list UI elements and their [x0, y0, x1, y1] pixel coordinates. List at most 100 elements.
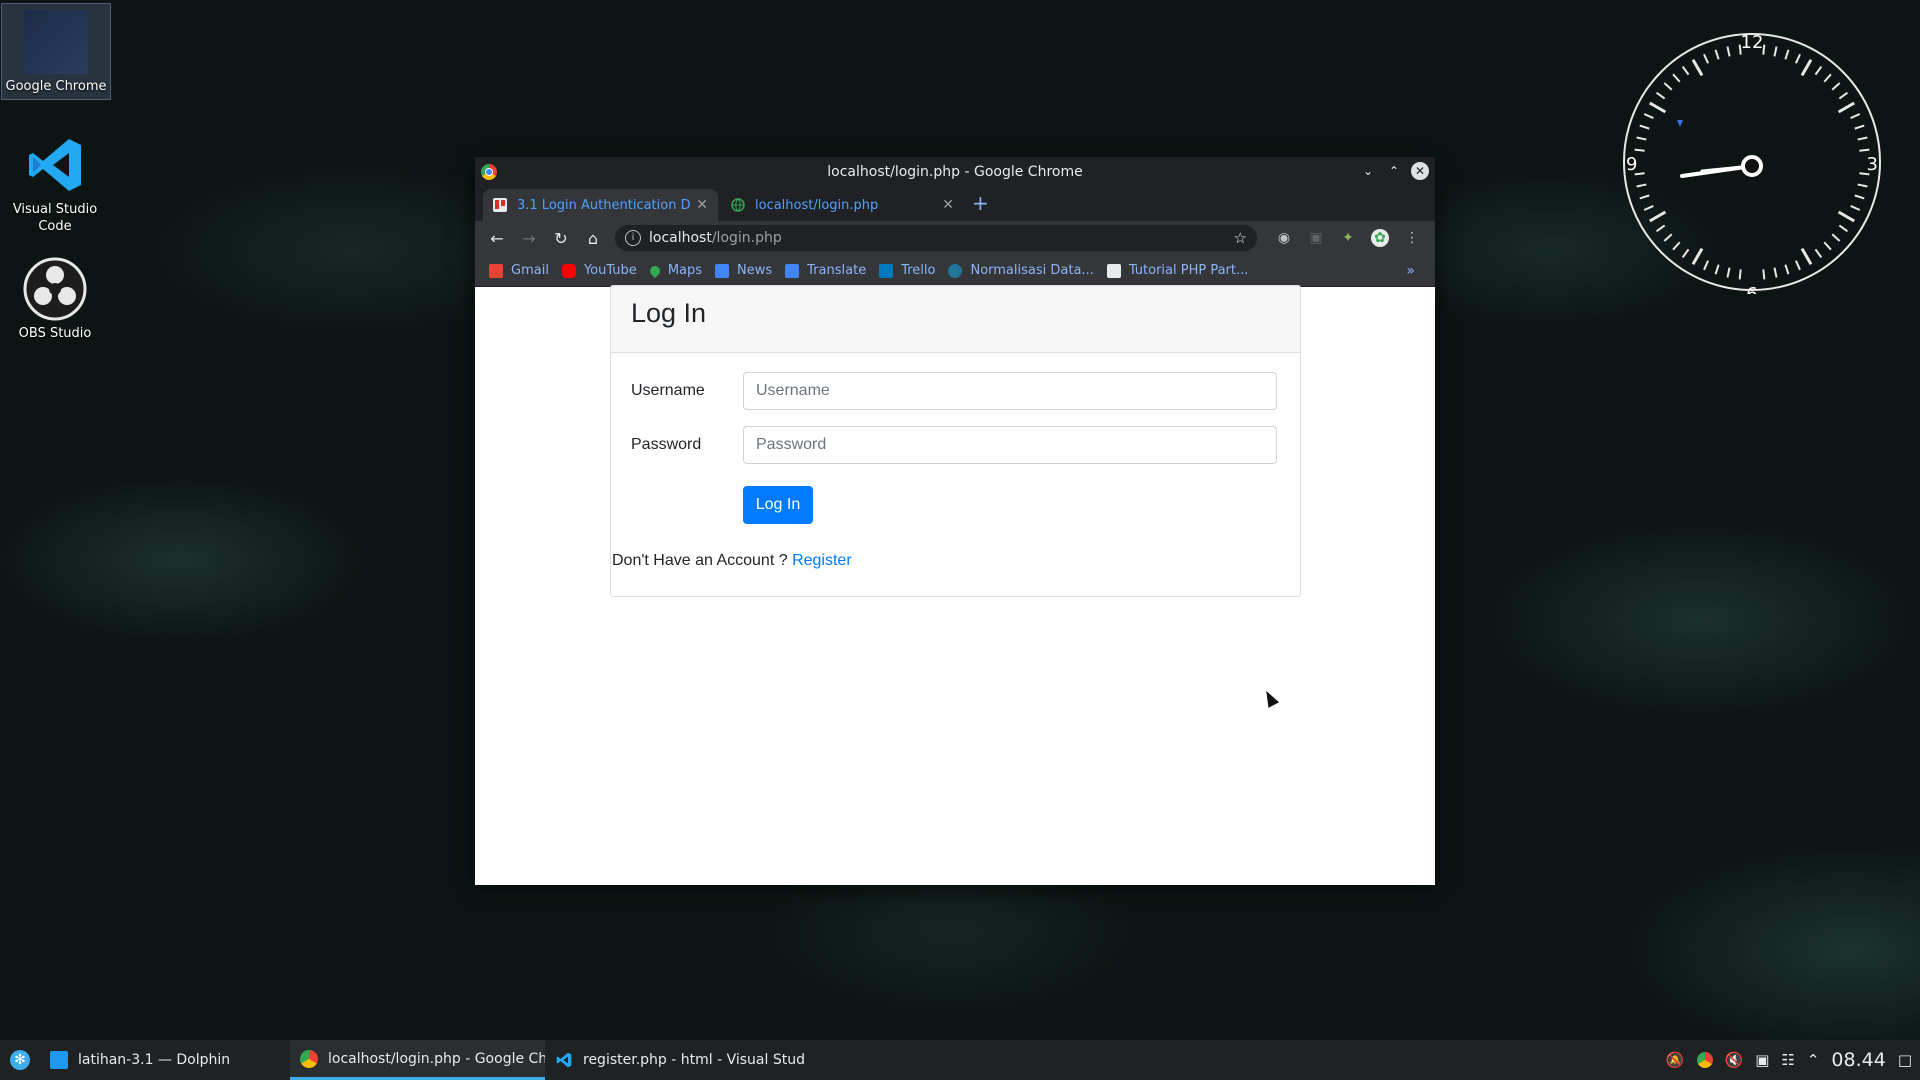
clock-tick	[1714, 264, 1720, 275]
vscode-icon	[23, 133, 87, 197]
desktop-icon-vscode[interactable]: Visual Studio Code	[1, 133, 109, 235]
bookmark-normalisasi[interactable]: Normalisasi Data...	[948, 263, 1094, 278]
clock-tick	[1838, 224, 1849, 233]
bookmark-youtube[interactable]: YouTube	[561, 263, 637, 278]
tab-close-icon[interactable]: ✕	[942, 197, 954, 213]
tray-expand-icon[interactable]: ⌃	[1807, 1051, 1820, 1069]
bookmark-label: News	[737, 263, 773, 278]
task-vscode[interactable]: register.php - html - Visual Studio ...	[545, 1040, 805, 1080]
back-arrow-icon[interactable]: ←	[481, 229, 513, 248]
bookmark-trello[interactable]: Trello	[879, 263, 935, 278]
clock-tick	[1773, 46, 1778, 57]
clock-tick	[1814, 65, 1823, 76]
globe-extension-icon[interactable]: ◉	[1275, 229, 1293, 247]
task-chrome[interactable]: localhost/login.php - Google Chro...	[290, 1040, 545, 1080]
chrome-wallpaper-thumbnail-icon	[24, 10, 88, 74]
register-prompt-text: Don't Have an Account ?	[612, 552, 793, 569]
taskbar-clock[interactable]: 08.44	[1831, 1049, 1885, 1071]
clock-label-6: 6	[1746, 284, 1757, 294]
app-launcher-icon[interactable]: ✻	[10, 1050, 30, 1070]
youtube-icon	[561, 263, 576, 278]
forward-arrow-icon[interactable]: →	[513, 229, 545, 248]
display-icon[interactable]: ▣	[1755, 1051, 1769, 1069]
maps-pin-icon	[647, 263, 662, 278]
minimize-button[interactable]: ⌄	[1359, 162, 1377, 180]
login-button[interactable]: Log In	[743, 486, 813, 524]
globe-favicon-icon	[731, 198, 745, 212]
clock-tick	[1854, 124, 1865, 130]
clock-tick	[1859, 148, 1870, 152]
clock-tick	[1857, 183, 1868, 188]
desktop-icon-obs[interactable]: OBS Studio	[1, 257, 109, 342]
desktop-icon-label: Google Chrome	[5, 79, 107, 94]
page-title: Log In	[631, 298, 707, 328]
tab-localhost-login[interactable]: localhost/login.php ✕	[721, 189, 964, 221]
new-tab-button[interactable]: +	[972, 193, 989, 213]
task-label: localhost/login.php - Google Chro...	[328, 1050, 545, 1067]
url-path: /login.php	[711, 230, 782, 246]
clock-tick	[1773, 267, 1778, 278]
clock-tick	[1795, 260, 1801, 271]
close-button[interactable]: ✕	[1411, 162, 1429, 180]
tab-strip: 3.1 Login Authentication Dat ✕ localhost…	[475, 187, 1435, 221]
bookmark-tutorial-php[interactable]: Tutorial PHP Part...	[1106, 263, 1248, 278]
clock-tick	[1850, 205, 1861, 211]
clock-tick	[1837, 210, 1855, 223]
clock-tick	[1663, 82, 1673, 91]
clock-tick	[1649, 101, 1667, 114]
home-icon[interactable]: ⌂	[577, 229, 609, 248]
bookmark-star-icon[interactable]: ☆	[1234, 229, 1247, 247]
clock-tick	[1714, 49, 1720, 60]
window-titlebar[interactable]: localhost/login.php - Google Chrome ⌄ ⌃ …	[475, 157, 1435, 187]
window-title: localhost/login.php - Google Chrome	[827, 164, 1083, 180]
maximize-button[interactable]: ⌃	[1385, 162, 1403, 180]
bookmarks-overflow-button[interactable]: »	[1406, 263, 1415, 279]
desktop-icon-label: OBS Studio	[18, 326, 92, 341]
clock-tick	[1795, 53, 1801, 64]
register-link[interactable]: Register	[792, 552, 852, 569]
clock-label-9: 9	[1626, 154, 1637, 175]
chrome-tray-icon[interactable]	[1696, 1052, 1713, 1068]
page-favicon-icon	[1106, 263, 1121, 278]
login-card-header: Log In	[611, 286, 1300, 353]
chrome-icon	[300, 1049, 318, 1068]
clock-tick	[1655, 224, 1666, 233]
wordpress-icon	[948, 263, 963, 278]
vscode-icon	[555, 1051, 573, 1069]
username-input[interactable]	[743, 372, 1277, 410]
tab-label: 3.1 Login Authentication Dat	[517, 197, 691, 213]
taskbar: ✻ latihan-3.1 — Dolphin localhost/login.…	[0, 1040, 1920, 1080]
puzzle-extensions-icon[interactable]: ✦	[1339, 229, 1357, 247]
show-desktop-icon[interactable]: □	[1898, 1051, 1912, 1069]
reload-icon[interactable]: ↻	[545, 229, 577, 248]
clock-tick	[1726, 46, 1731, 57]
trello-icon	[879, 263, 894, 278]
bookmark-maps[interactable]: Maps	[647, 263, 702, 278]
desktop-icon-chrome[interactable]: Google Chrome	[1, 3, 111, 100]
bookmark-label: YouTube	[583, 263, 637, 278]
page-content: Log In Username Password Log In Don't Ha…	[475, 285, 1435, 885]
tab-label: localhost/login.php	[755, 197, 879, 213]
clock-tick	[1823, 241, 1832, 251]
clock-tick	[1838, 91, 1849, 100]
network-icon[interactable]: ☷	[1781, 1051, 1794, 1069]
menu-dots-icon[interactable]: ⋮	[1403, 229, 1421, 247]
site-info-icon[interactable]: i	[625, 230, 641, 246]
clock-tick	[1663, 233, 1673, 242]
clock-tick	[1800, 247, 1813, 265]
clock-label-3: 3	[1867, 154, 1878, 175]
tab-close-icon[interactable]: ✕	[696, 197, 708, 213]
tab-login-authentication[interactable]: 3.1 Login Authentication Dat ✕	[483, 189, 718, 221]
bookmark-news[interactable]: News	[715, 263, 772, 278]
task-dolphin[interactable]: latihan-3.1 — Dolphin	[40, 1040, 290, 1080]
address-bar[interactable]: i localhost/login.php ☆	[615, 225, 1257, 251]
bookmark-gmail[interactable]: Gmail	[489, 263, 549, 278]
volume-muted-icon[interactable]: 🔇	[1725, 1051, 1744, 1069]
profile-avatar-icon[interactable]: ✿	[1371, 229, 1389, 247]
bookmark-translate[interactable]: Translate	[785, 263, 866, 278]
translate-extension-icon[interactable]: ▣	[1307, 229, 1325, 247]
notifications-muted-icon[interactable]: 🔕	[1666, 1051, 1685, 1069]
clock-tick	[1814, 248, 1823, 259]
password-input[interactable]	[743, 426, 1277, 464]
clock-tick	[1643, 113, 1654, 119]
